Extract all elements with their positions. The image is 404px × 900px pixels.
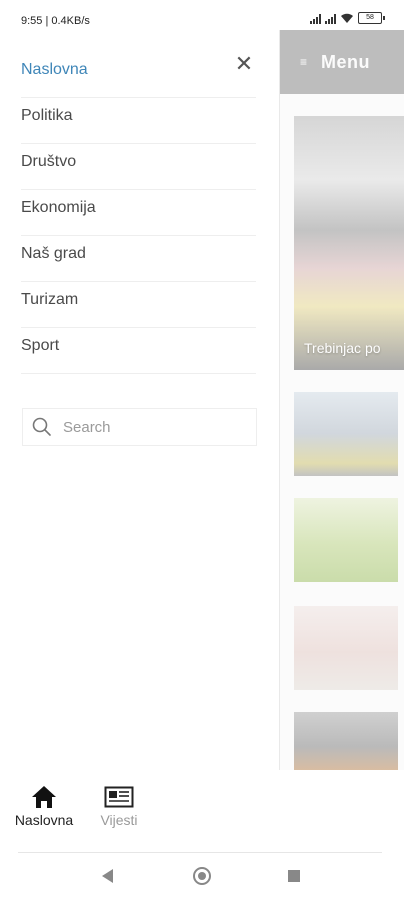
bottom-nav-home[interactable]: Naslovna	[10, 782, 78, 828]
drawer-item-naslovna[interactable]: Naslovna	[21, 52, 256, 98]
bottom-nav-home-label: Naslovna	[14, 812, 74, 828]
close-icon[interactable]: ✕	[233, 52, 255, 76]
bottom-nav-news-label: Vijesti	[100, 812, 138, 828]
bottom-navigation: Naslovna Vijesti	[0, 770, 404, 852]
status-time: 9:55 | 0.4KB/s	[21, 15, 90, 27]
menu-label: Menu	[321, 51, 371, 72]
home-button-icon[interactable]	[193, 867, 211, 885]
drawer-item-nas-grad[interactable]: Naš grad	[21, 236, 256, 282]
wifi-icon	[341, 13, 353, 23]
signal-icon	[325, 14, 336, 24]
featured-article-caption: Trebinjac po	[304, 340, 381, 356]
divider	[18, 852, 382, 853]
article-thumbnail	[294, 712, 398, 770]
home-icon	[32, 786, 56, 808]
status-icons: 58	[310, 12, 385, 24]
search-icon	[32, 417, 51, 436]
background-page: ≡ Menu Trebinjac po	[279, 30, 404, 770]
navigation-drawer: Naslovna Politika Društvo Ekonomija Naš …	[0, 40, 278, 770]
recent-apps-icon[interactable]	[288, 870, 300, 882]
app-header: ≡ Menu	[280, 30, 404, 94]
search-input[interactable]	[61, 417, 245, 437]
drawer-item-turizam[interactable]: Turizam	[21, 282, 256, 328]
hamburger-icon: ≡	[300, 55, 308, 69]
newspaper-icon	[104, 786, 134, 808]
featured-article-image: Trebinjac po	[294, 116, 404, 370]
article-thumbnail	[294, 392, 398, 476]
drawer-item-politika[interactable]: Politika	[21, 98, 256, 144]
article-thumbnail	[294, 498, 398, 582]
battery-icon: 58	[358, 12, 385, 24]
drawer-item-sport[interactable]: Sport	[21, 328, 256, 374]
back-icon[interactable]	[102, 869, 113, 883]
bottom-nav-news[interactable]: Vijesti	[94, 782, 144, 828]
search-box[interactable]	[22, 408, 257, 446]
drawer-item-drustvo[interactable]: Društvo	[21, 144, 256, 190]
system-navigation-bar	[0, 854, 404, 900]
signal-icon	[310, 14, 321, 24]
drawer-item-ekonomija[interactable]: Ekonomija	[21, 190, 256, 236]
article-thumbnail	[294, 606, 398, 690]
drawer-menu: Naslovna Politika Društvo Ekonomija Naš …	[0, 52, 256, 374]
